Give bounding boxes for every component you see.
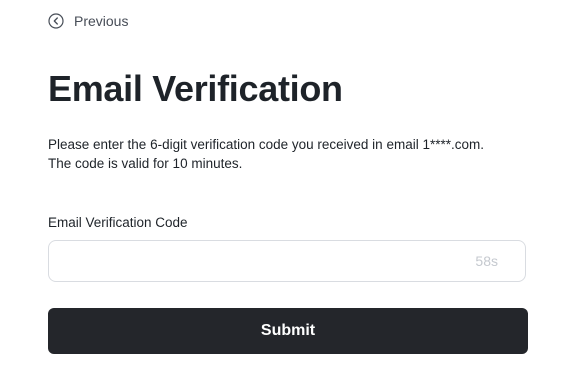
chevron-left-circle-icon: [48, 13, 64, 29]
back-label: Previous: [74, 13, 129, 29]
back-link[interactable]: Previous: [48, 13, 128, 29]
instructions-text: Please enter the 6-digit verification co…: [48, 135, 528, 173]
verification-code-field[interactable]: 58s: [48, 240, 526, 282]
resend-countdown: 58s: [475, 253, 498, 269]
instructions-line-1: Please enter the 6-digit verification co…: [48, 137, 484, 152]
code-field-label: Email Verification Code: [48, 215, 188, 230]
email-verification-page: Previous Email Verification Please enter…: [0, 0, 564, 379]
page-title: Email Verification: [48, 68, 343, 109]
verification-code-input[interactable]: [49, 241, 476, 281]
instructions-line-2: The code is valid for 10 minutes.: [48, 156, 243, 171]
submit-button[interactable]: Submit: [48, 308, 528, 354]
